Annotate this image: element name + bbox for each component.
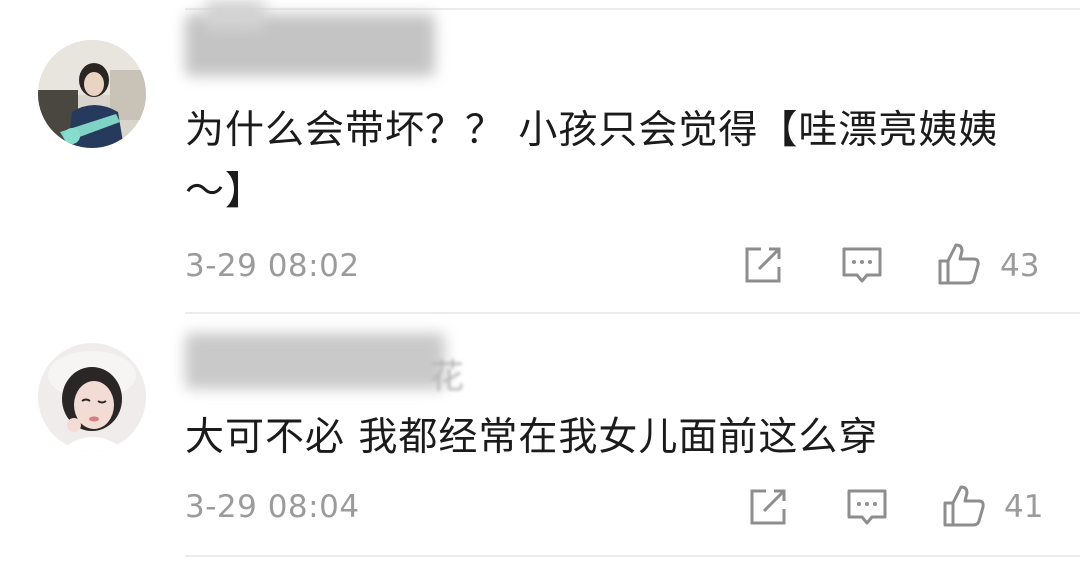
reply-icon	[842, 247, 882, 283]
like-button[interactable]	[941, 483, 985, 527]
comment-time: 3-29 08:02	[185, 248, 360, 284]
comment-text: 大可不必 我都经常在我女儿面前这么穿	[185, 415, 879, 460]
girl-wink-avatar	[38, 343, 146, 451]
thumbs-up-icon	[938, 243, 980, 285]
share-icon	[750, 489, 786, 525]
like-button[interactable]	[936, 241, 980, 285]
avatar[interactable]	[38, 40, 146, 148]
avatar[interactable]	[38, 343, 146, 451]
like-count: 43	[1000, 248, 1040, 284]
like-count: 41	[1004, 489, 1044, 525]
reply-button[interactable]	[845, 485, 889, 529]
girl-with-guitar-avatar	[38, 40, 146, 148]
reply-icon	[847, 489, 887, 525]
bottom-divider	[185, 555, 1080, 557]
reply-button[interactable]	[840, 243, 884, 287]
username-suffix: 花	[430, 357, 465, 397]
share-button[interactable]	[741, 243, 785, 287]
share-button[interactable]	[746, 485, 790, 529]
comment-item: 为什么会带坏？？ 小孩只会觉得【哇漂亮姨姨～】 3-29 08:02 43	[0, 0, 1080, 313]
username-redacted-part	[205, 0, 265, 30]
comment-text: 为什么会带坏？？ 小孩只会觉得【哇漂亮姨姨～】	[185, 108, 999, 214]
comment-item: 花 大可不必 我都经常在我女儿面前这么穿 3-29 08:04 41	[0, 313, 1080, 571]
username-redacted[interactable]	[185, 333, 445, 389]
thumbs-up-icon	[943, 485, 985, 527]
comment-time: 3-29 08:04	[185, 489, 360, 525]
share-icon	[745, 247, 781, 283]
